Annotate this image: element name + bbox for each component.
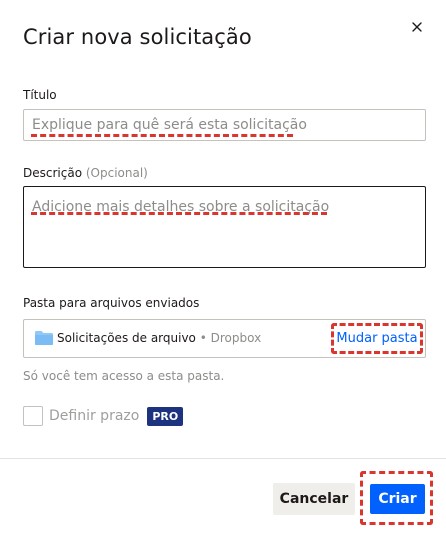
- description-input[interactable]: [23, 186, 426, 268]
- description-label-text: Descrição: [23, 166, 83, 180]
- change-folder-button[interactable]: Mudar pasta: [331, 323, 423, 354]
- folder-field-label: Pasta para arquivos enviados: [23, 296, 200, 310]
- dialog-title: Criar nova solicitação: [23, 25, 252, 49]
- folder-name: Solicitações de arquivo: [57, 331, 196, 345]
- deadline-checkbox[interactable]: [23, 406, 43, 426]
- create-request-dialog: Criar nova solicitação Título Descrição …: [0, 0, 446, 537]
- title-field-label: Título: [23, 88, 57, 102]
- title-highlight-underline: [31, 134, 293, 137]
- path-separator: •: [199, 331, 207, 345]
- description-field-label: Descrição (Opcional): [23, 166, 148, 180]
- close-icon: [412, 22, 422, 32]
- create-button-highlight: Criar: [360, 471, 433, 525]
- folder-path: Solicitações de arquivo • Dropbox: [57, 331, 261, 345]
- folder-access-note: Só você tem acesso a esta pasta.: [23, 369, 225, 383]
- close-button[interactable]: [407, 17, 427, 37]
- optional-label: (Opcional): [85, 166, 148, 180]
- destination-folder-box: Solicitações de arquivo • Dropbox Mudar …: [23, 319, 426, 358]
- folder-icon: [35, 331, 53, 345]
- deadline-label: Definir prazo: [49, 408, 140, 424]
- create-button[interactable]: Criar: [370, 484, 425, 514]
- cancel-button[interactable]: Cancelar: [273, 483, 355, 515]
- description-highlight-underline: [31, 212, 327, 215]
- deadline-row: Definir prazo PRO: [23, 405, 184, 427]
- pro-badge: PRO: [147, 406, 184, 426]
- footer-divider: [0, 458, 446, 459]
- folder-root: Dropbox: [210, 331, 262, 345]
